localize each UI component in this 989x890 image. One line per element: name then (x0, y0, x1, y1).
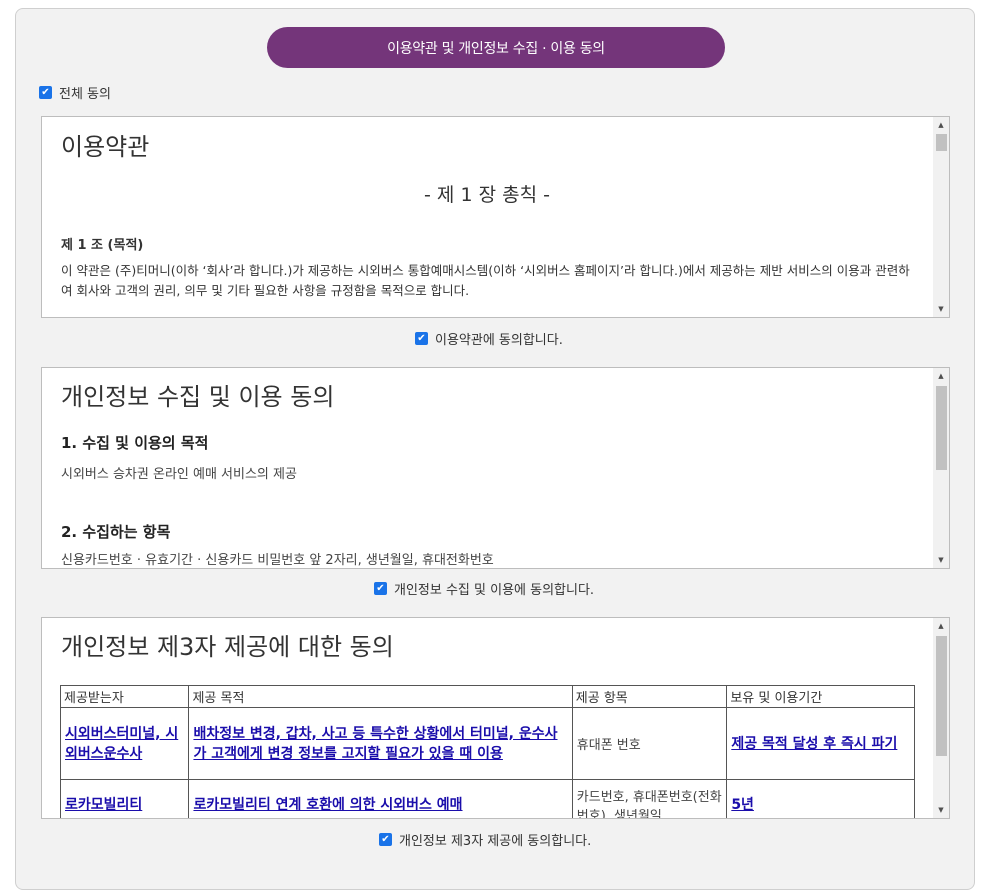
recipient-link[interactable]: 시외버스터미널, 시외버스운수사 (65, 726, 178, 762)
third-party-agree-checkbox[interactable]: ✔ 개인정보 제3자 제공에 동의합니다. (379, 830, 591, 849)
terms-scroll-thumb[interactable] (936, 134, 947, 151)
period-link[interactable]: 제공 목적 달성 후 즉시 파기 (731, 736, 897, 752)
privacy-title: 개인정보 수집 및 이용 동의 (61, 383, 335, 411)
terms-title: 이용약관 (61, 133, 150, 161)
privacy-section-2-title: 2. 수집하는 항목 (61, 523, 171, 541)
third-party-table: 제공받는자 제공 목적 제공 항목 보유 및 이용기간 시외버스터미널, 시외버… (59, 685, 915, 819)
terms-scrollbar[interactable]: ▲ ▼ (933, 117, 949, 317)
triangle-down-icon[interactable]: ▼ (933, 803, 949, 817)
third-party-agree-label: 개인정보 제3자 제공에 동의합니다. (399, 834, 592, 849)
triangle-down-icon[interactable]: ▼ (933, 302, 949, 316)
privacy-section-2-text: 신용카드번호 · 유효기간 · 신용카드 비밀번호 앞 2자리, 생년월일, 휴… (61, 553, 494, 568)
agree-all-label: 전체 동의 (59, 87, 111, 102)
consent-panel: 이용약관 및 개인정보 수집 · 이용 동의 ✔ 전체 동의 이용약관 - 제 … (15, 8, 975, 890)
agree-all-checkbox[interactable]: ✔ 전체 동의 (39, 83, 111, 102)
triangle-up-icon[interactable]: ▲ (933, 118, 949, 132)
table-row: 로카모빌리티 로카모빌리티 연계 호환에 의한 시외버스 예매 카드번호, 휴대… (59, 779, 915, 819)
column-header: 보유 및 이용기간 (726, 685, 915, 708)
triangle-down-icon[interactable]: ▼ (933, 553, 949, 567)
items-text: 카드번호, 휴대폰번호(전화번호), 생년월일 (576, 789, 722, 819)
privacy-agree-checkbox[interactable]: ✔ 개인정보 수집 및 이용에 동의합니다. (374, 579, 594, 598)
checkmark-icon[interactable]: ✔ (374, 582, 387, 595)
terms-agree-checkbox[interactable]: ✔ 이용약관에 동의합니다. (415, 329, 563, 348)
items-text: 휴대폰 번호 (576, 738, 641, 753)
privacy-scroll-thumb[interactable] (936, 386, 947, 470)
table-row: 시외버스터미널, 시외버스운수사 배차정보 변경, 갑차, 사고 등 특수한 상… (59, 707, 915, 780)
article-title: 제 1 조 (목적) (61, 238, 144, 253)
triangle-up-icon[interactable]: ▲ (933, 369, 949, 383)
terms-agree-label: 이용약관에 동의합니다. (435, 333, 563, 348)
column-header: 제공받는자 (59, 685, 190, 708)
privacy-agree-label: 개인정보 수집 및 이용에 동의합니다. (394, 583, 595, 598)
recipient-link[interactable]: 로카모빌리티 (65, 797, 142, 813)
column-header: 제공 항목 (571, 685, 728, 708)
third-party-scroll-thumb[interactable] (936, 636, 947, 756)
consent-header: 이용약관 및 개인정보 수집 · 이용 동의 (267, 27, 725, 68)
article-text: 이 약관은 (주)티머니(이하 ‘회사’라 합니다.)가 제공하는 시외버스 통… (61, 263, 910, 298)
third-party-title: 개인정보 제3자 제공에 대한 동의 (61, 633, 394, 661)
consent-header-title: 이용약관 및 개인정보 수집 · 이용 동의 (387, 40, 605, 57)
checkmark-icon[interactable]: ✔ (39, 86, 52, 99)
column-header: 제공 목적 (188, 685, 573, 708)
terms-scrollbox[interactable]: 이용약관 - 제 1 장 총칙 - 제 1 조 (목적) 이 약관은 (주)티머… (41, 116, 950, 318)
third-party-scrollbar[interactable]: ▲ ▼ (933, 618, 949, 818)
privacy-section-1-title: 1. 수집 및 이용의 목적 (61, 434, 209, 452)
privacy-scrollbox[interactable]: 개인정보 수집 및 이용 동의 1. 수집 및 이용의 목적 시외버스 승차권 … (41, 367, 950, 569)
third-party-scrollbox[interactable]: 개인정보 제3자 제공에 대한 동의 제공받는자 제공 목적 제공 항목 보유 … (41, 617, 950, 819)
terms-chapter: - 제 1 장 총칙 - (424, 184, 550, 206)
period-link[interactable]: 5년 (731, 797, 754, 813)
checkmark-icon[interactable]: ✔ (415, 332, 428, 345)
purpose-link[interactable]: 로카모빌리티 연계 호환에 의한 시외버스 예매 (193, 797, 462, 813)
privacy-section-1-text: 시외버스 승차권 온라인 예매 서비스의 제공 (61, 467, 297, 482)
privacy-scrollbar[interactable]: ▲ ▼ (933, 368, 949, 568)
checkmark-icon[interactable]: ✔ (379, 833, 392, 846)
table-header-row: 제공받는자 제공 목적 제공 항목 보유 및 이용기간 (59, 685, 915, 708)
triangle-up-icon[interactable]: ▲ (933, 619, 949, 633)
purpose-link[interactable]: 배차정보 변경, 갑차, 사고 등 특수한 상황에서 터미널, 운수사가 고객에… (193, 726, 557, 762)
